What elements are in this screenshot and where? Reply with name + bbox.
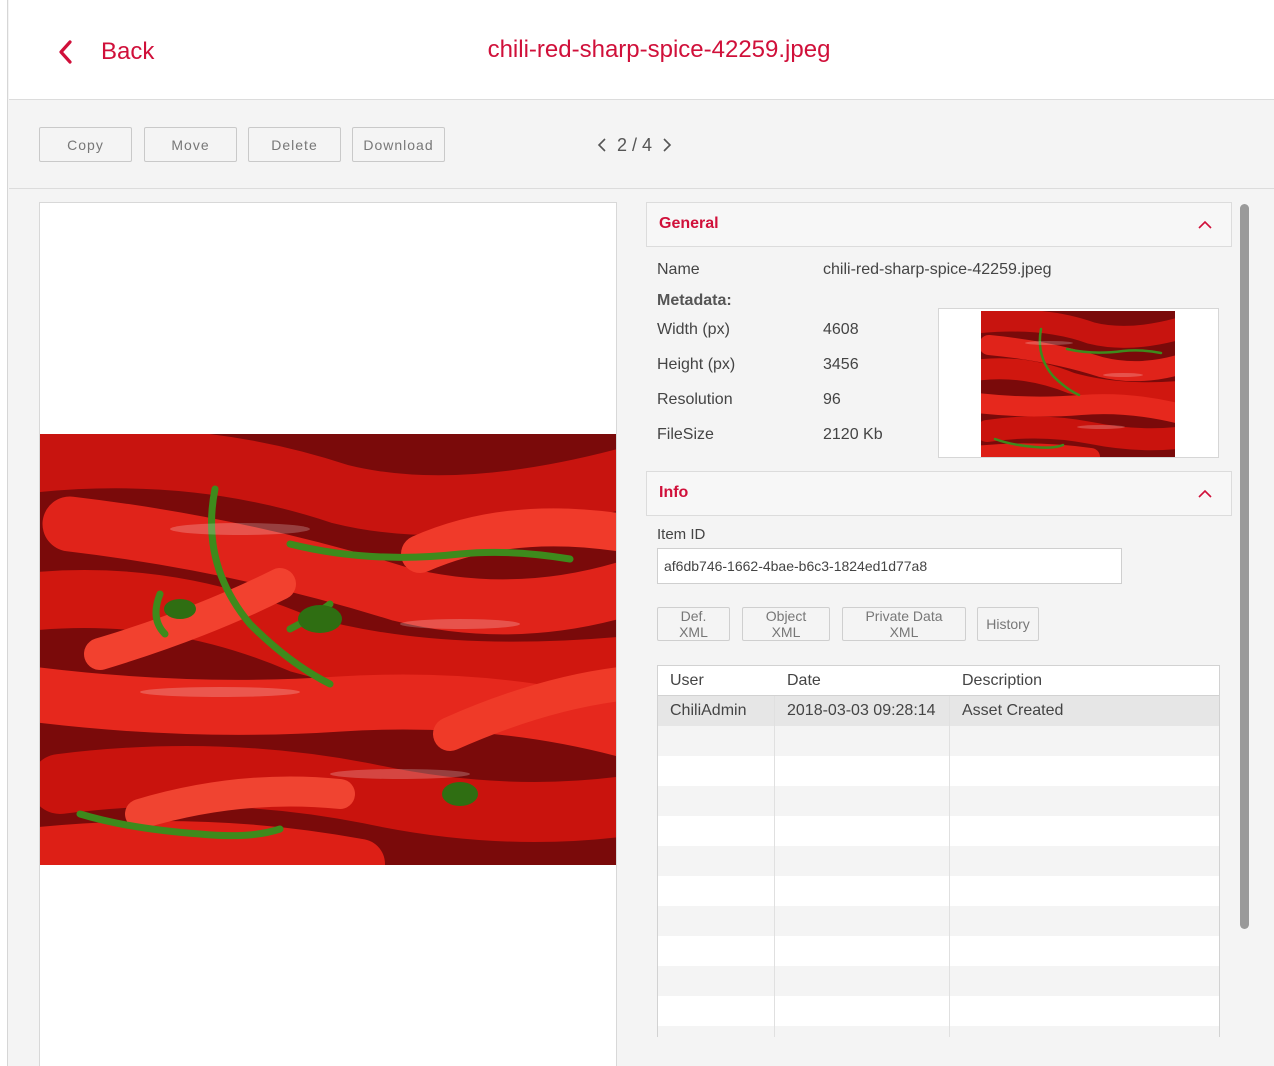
pager-text: 2 / 4 [617,134,653,155]
history-table: User Date Description ChiliAdmin 2018-03… [657,665,1220,1037]
height-value: 3456 [823,356,859,373]
back-label: Back [101,38,155,65]
column-divider [774,696,775,1037]
chevron-up-icon[interactable] [1195,215,1215,235]
empty-table-row [658,876,1219,906]
download-button[interactable]: Download [352,127,445,162]
chili-peppers-photo [40,434,616,865]
empty-table-row [658,786,1219,816]
object-xml-button[interactable]: Object XML [742,607,830,641]
metadata-heading: Metadata: [657,292,732,309]
column-header-date[interactable]: Date [775,666,950,696]
empty-table-row [658,816,1219,846]
general-section-header[interactable]: General [646,202,1232,247]
def-xml-button[interactable]: Def. XML [657,607,730,641]
table-header-row: User Date Description [658,666,1219,696]
previous-page-icon[interactable] [593,133,611,157]
width-label: Width (px) [657,321,730,338]
empty-table-row [658,756,1219,786]
chevron-left-icon [45,32,85,72]
left-edge-border [0,0,8,1066]
history-button[interactable]: History [977,607,1039,641]
move-button[interactable]: Move [144,127,237,162]
resolution-value: 96 [823,391,841,408]
empty-table-row [658,1026,1219,1037]
info-section-body: Item ID Def. XML Object XML Private Data… [646,517,1232,1037]
next-page-icon[interactable] [658,133,676,157]
table-row[interactable]: ChiliAdmin 2018-03-03 09:28:14 Asset Cre… [658,696,1219,726]
row-date: 2018-03-03 09:28:14 [787,702,936,719]
private-data-xml-button[interactable]: Private Data XML [842,607,966,641]
empty-table-row [658,906,1219,936]
column-divider [949,696,950,1037]
resolution-label: Resolution [657,391,733,408]
item-id-field[interactable] [657,548,1122,584]
thumbnail-frame [938,308,1219,458]
delete-button[interactable]: Delete [248,127,341,162]
chevron-up-icon[interactable] [1195,484,1215,504]
column-header-user[interactable]: User [658,666,775,696]
empty-table-row [658,966,1219,996]
filesize-label: FileSize [657,426,714,443]
width-value: 4608 [823,321,859,338]
name-value: chili-red-sharp-spice-42259.jpeg [823,261,1052,278]
empty-table-row [658,936,1219,966]
info-title: Info [659,484,689,501]
empty-table-row [658,846,1219,876]
row-user: ChiliAdmin [670,702,747,719]
row-description: Asset Created [962,702,1064,719]
file-title: chili-red-sharp-spice-42259.jpeg [487,36,831,63]
info-section-header[interactable]: Info [646,471,1232,516]
copy-button[interactable]: Copy [39,127,132,162]
general-section-body: Name chili-red-sharp-spice-42259.jpeg Me… [646,247,1232,469]
height-label: Height (px) [657,356,736,373]
vertical-scrollbar[interactable] [1240,204,1249,929]
image-preview-panel [39,202,617,1066]
header-bar: Back chili-red-sharp-spice-42259.jpeg [9,0,1274,100]
back-button[interactable]: Back [45,30,154,74]
filesize-value: 2120 Kb [823,426,883,443]
toolbar: Copy Move Delete Download 2 / 4 [9,101,1274,189]
general-title: General [659,215,719,232]
empty-table-row [658,726,1219,756]
pager: 2 / 4 [593,133,676,157]
column-header-description[interactable]: Description [950,666,1219,696]
name-label: Name [657,261,700,278]
thumbnail-image [981,311,1175,457]
item-id-label: Item ID [657,526,706,543]
empty-table-row [658,996,1219,1026]
